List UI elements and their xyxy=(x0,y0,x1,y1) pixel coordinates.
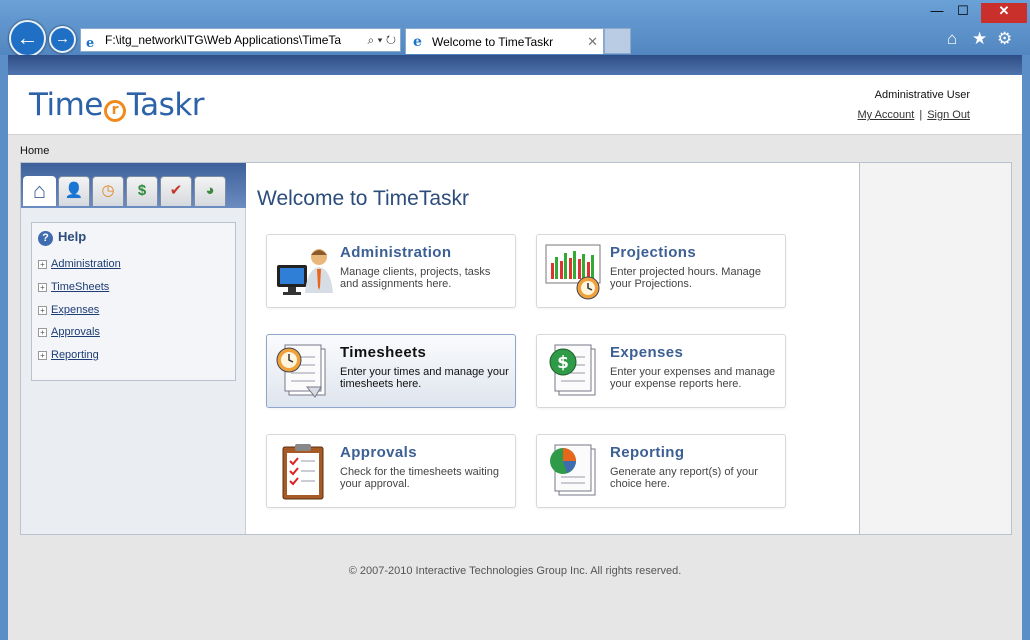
card-reporting[interactable]: Reporting Generate any report(s) of your… xyxy=(536,434,786,508)
admin-user-icon: 👤 xyxy=(64,182,84,199)
expand-plus-icon[interactable]: + xyxy=(38,306,47,315)
forward-button[interactable]: → xyxy=(49,26,76,53)
address-text: F:\itg_network\ITG\Web Applications\Time… xyxy=(105,33,342,47)
search-refresh-icons[interactable]: ⌕ ▾ ↻ xyxy=(364,29,396,51)
tab-approvals[interactable]: ✔ xyxy=(160,176,192,206)
favorites-star-icon[interactable]: ★ xyxy=(972,28,987,50)
sidebar: ⌂ 👤 ◷ $ ✔ ◕ ? Help + Administration + TimeS… xyxy=(21,163,246,534)
content-panel: ⌂ 👤 ◷ $ ✔ ◕ ? Help + Administration + TimeS… xyxy=(20,162,860,535)
tab-timesheets[interactable]: ◷ xyxy=(92,176,124,206)
ie-page-icon: e xyxy=(86,36,95,51)
reporting-pie-chart-icon xyxy=(550,444,596,496)
close-window-button[interactable]: ✕ xyxy=(981,3,1027,23)
module-tabs: ⌂ 👤 ◷ $ ✔ ◕ xyxy=(21,163,246,208)
dollar-icon: $ xyxy=(137,182,147,199)
card-title: Reporting xyxy=(610,444,685,461)
expand-plus-icon[interactable]: + xyxy=(38,328,47,337)
help-item-expenses[interactable]: + Expenses xyxy=(38,304,99,316)
card-title: Timesheets xyxy=(340,344,427,361)
card-description: Check for the timesheets waiting your ap… xyxy=(340,466,499,490)
page: Time r Taskr Administrative User My Accoun… xyxy=(8,75,1022,640)
close-tab-icon[interactable]: ✕ xyxy=(587,29,598,55)
card-expenses[interactable]: $ Expenses Enter your expenses and manag… xyxy=(536,334,786,408)
tab-home[interactable]: ⌂ xyxy=(23,176,56,206)
user-name: Administrative User xyxy=(874,89,970,101)
card-title: Approvals xyxy=(340,444,417,461)
expenses-dollar-icon: $ xyxy=(549,344,596,396)
sign-out-link[interactable]: Sign Out xyxy=(927,109,970,121)
help-link-administration[interactable]: Administration xyxy=(51,258,121,270)
right-column xyxy=(860,162,1012,535)
administrator-computer-icon xyxy=(277,249,333,295)
checklist-icon: ✔ xyxy=(169,182,183,199)
card-title: Administration xyxy=(340,244,452,261)
pie-chart-icon: ◕ xyxy=(205,182,215,199)
top-banner-bar xyxy=(8,55,1022,75)
user-panel: Administrative User My Account | Sign Out xyxy=(857,89,970,121)
home-tab-icon: ⌂ xyxy=(32,178,47,203)
expand-plus-icon[interactable]: + xyxy=(38,283,47,292)
browser-tab-active[interactable]: e Welcome to TimeTaskr ✕ xyxy=(405,28,604,54)
settings-gear-icon[interactable]: ⚙ xyxy=(997,28,1012,50)
help-item-reporting[interactable]: + Reporting xyxy=(38,349,99,361)
card-title: Projections xyxy=(610,244,697,261)
footer-copyright: © 2007-2010 Interactive Technologies Gro… xyxy=(348,565,682,577)
help-item-approvals[interactable]: + Approvals xyxy=(38,326,100,338)
tab-reporting[interactable]: ◕ xyxy=(194,176,226,206)
help-icon: ? xyxy=(38,231,53,246)
timesheet-clock-icon xyxy=(276,344,326,398)
back-button[interactable]: ← xyxy=(9,20,46,57)
clock-icon: ◷ xyxy=(101,182,115,199)
help-link-reporting[interactable]: Reporting xyxy=(51,349,99,361)
help-item-administration[interactable]: + Administration xyxy=(38,258,121,270)
help-link-expenses[interactable]: Expenses xyxy=(51,304,99,316)
svg-text:$: $ xyxy=(557,353,569,373)
help-link-timesheets[interactable]: TimeSheets xyxy=(51,281,109,293)
help-item-timesheets[interactable]: + TimeSheets xyxy=(38,281,109,293)
browser-chrome: — ☐ ✕ ← → e F:\itg_network\ITG\Web Appli… xyxy=(0,0,1030,57)
my-account-link[interactable]: My Account xyxy=(857,109,914,121)
logo-text-time: Time xyxy=(29,87,103,123)
ie-tab-icon: e xyxy=(413,34,422,50)
card-description: Manage clients, projects, tasks and assi… xyxy=(340,266,491,290)
help-title-label: Help xyxy=(58,229,87,244)
card-description: Generate any report(s) of your choice he… xyxy=(610,466,758,490)
help-title: ? Help xyxy=(38,229,86,246)
timetaskr-logo[interactable]: Time r Taskr xyxy=(29,87,205,123)
expand-plus-icon[interactable]: + xyxy=(38,351,47,360)
card-administration[interactable]: Administration Manage clients, projects,… xyxy=(266,234,516,308)
clock-logo-icon: r xyxy=(103,100,126,122)
tab-expenses[interactable]: $ xyxy=(126,176,158,206)
card-title: Expenses xyxy=(610,344,684,361)
minimize-button[interactable]: — xyxy=(923,3,951,23)
help-link-approvals[interactable]: Approvals xyxy=(51,326,100,338)
card-timesheets[interactable]: Timesheets Enter your times and manage y… xyxy=(266,334,516,408)
new-tab-button[interactable] xyxy=(604,28,631,54)
card-projections[interactable]: Projections Enter projected hours. Manag… xyxy=(536,234,786,308)
main-content: Welcome to TimeTaskr Administration Mana… xyxy=(246,163,859,534)
tab-title: Welcome to TimeTaskr xyxy=(432,35,554,49)
address-bar[interactable]: e F:\itg_network\ITG\Web Applications\Ti… xyxy=(80,28,401,52)
tab-administration[interactable]: 👤 xyxy=(58,176,90,206)
card-description: Enter your times and manage your timeshe… xyxy=(340,366,509,390)
expand-plus-icon[interactable]: + xyxy=(38,260,47,269)
card-approvals[interactable]: Approvals Check for the timesheets waiti… xyxy=(266,434,516,508)
card-description: Enter projected hours. Manage your Proje… xyxy=(610,266,762,290)
page-title: Welcome to TimeTaskr xyxy=(257,187,469,210)
logo-text-taskr: Taskr xyxy=(126,87,205,123)
help-box: ? Help + Administration + TimeSheets + Expen… xyxy=(31,222,236,381)
app-header: Time r Taskr Administrative User My Accoun… xyxy=(8,75,1022,135)
link-separator: | xyxy=(919,109,923,121)
home-icon[interactable]: ⌂ xyxy=(947,28,957,50)
card-description: Enter your expenses and manage your expe… xyxy=(610,366,776,390)
maximize-button[interactable]: ☐ xyxy=(949,3,977,23)
approvals-clipboard-icon xyxy=(282,444,324,500)
projections-chart-icon xyxy=(545,244,601,300)
breadcrumb[interactable]: Home xyxy=(20,145,49,157)
